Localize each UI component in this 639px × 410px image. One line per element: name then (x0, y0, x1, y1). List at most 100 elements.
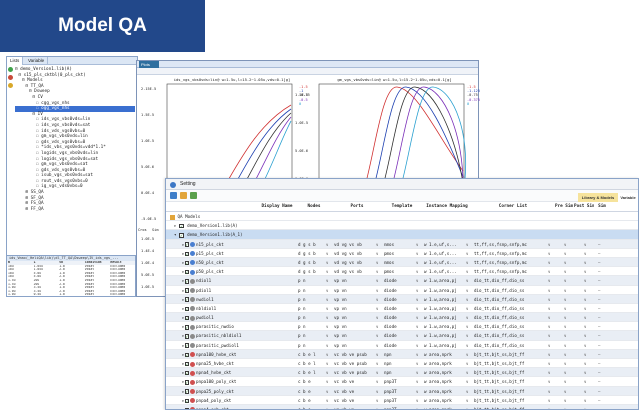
cell-ports[interactable]: vp vn (334, 313, 376, 322)
chevron-down-icon[interactable]: ∨ (466, 332, 468, 339)
chevron-down-icon[interactable]: ∨ (584, 305, 586, 312)
chevron-down-icon[interactable]: ∨ (466, 296, 468, 303)
cell-template[interactable]: diode (384, 313, 416, 322)
cell-corners[interactable]: bjt_tt,bjt_ss,bjt_ff (474, 350, 548, 359)
chevron-down-icon[interactable]: ∨ (548, 277, 550, 284)
cell-ports[interactable]: vd vg vs vb (334, 267, 376, 276)
chevron-down-icon[interactable]: ∨ (466, 277, 468, 284)
chevron-down-icon[interactable]: ∨ (376, 241, 378, 248)
model-row[interactable]: ▸pnpa4_sub_cktc b e∨vc vb ve∨pnp3T∨w are… (166, 404, 638, 409)
cell-inst[interactable]: w 1.w,area,pj (424, 286, 466, 295)
model-row[interactable]: ▸pdiol1p n∨vp vn∨diode∨w 1.w,area,pj∨dio… (166, 286, 638, 295)
chevron-down-icon[interactable]: ∨ (326, 388, 328, 395)
cell-ports[interactable]: vp vn (334, 322, 376, 331)
chevron-down-icon[interactable]: ∨ (584, 378, 586, 385)
model-checkbox[interactable] (184, 352, 190, 359)
chevron-down-icon[interactable]: ∨ (376, 314, 378, 321)
cell-template[interactable]: pmos (384, 267, 416, 276)
cell-ports[interactable]: vd vg vs vb (334, 258, 376, 267)
cell-corners[interactable]: dio_tt,dio_ff,dio_ss (474, 322, 548, 331)
chevron-down-icon[interactable]: ∨ (466, 406, 468, 409)
model-checkbox[interactable] (184, 324, 190, 331)
cell-template[interactable]: diode (384, 322, 416, 331)
col-instance-mapping[interactable]: Instance Mapping (422, 202, 472, 212)
chevron-down-icon[interactable]: ∨ (548, 314, 550, 321)
tab-variable[interactable]: Variable (25, 57, 49, 65)
sim-cell[interactable]: – (598, 397, 600, 404)
col-pre-sim[interactable]: Pre Sim (554, 202, 574, 212)
model-row[interactable]: ▸parasitic_nbldiol1p n∨vp vn∨diode∨w 1.w… (166, 331, 638, 341)
chevron-down-icon[interactable]: ∨ (376, 351, 378, 358)
chevron-down-icon[interactable]: ∨ (584, 342, 586, 349)
chevron-down-icon[interactable]: ∨ (564, 296, 566, 303)
run-icon[interactable] (8, 67, 13, 72)
chevron-down-icon[interactable]: ∨ (326, 351, 328, 358)
chevron-down-icon[interactable]: ∨ (548, 287, 550, 294)
chevron-down-icon[interactable]: ∨ (416, 323, 418, 330)
cell-template[interactable]: diode (384, 276, 416, 285)
sim-cell[interactable]: – (598, 360, 600, 367)
cell-nodes[interactable]: d g s b (298, 267, 326, 276)
cell-ports[interactable]: vd vg vs vb (334, 249, 376, 258)
chevron-down-icon[interactable]: ∨ (466, 351, 468, 358)
chevron-down-icon[interactable]: ∨ (548, 296, 550, 303)
cell-nodes[interactable]: p n (298, 295, 326, 304)
sim-cell[interactable]: – (598, 259, 600, 266)
cell-template[interactable]: diode (384, 341, 416, 350)
cell-corners[interactable]: dio_tt,dio_ff,dio_ss (474, 341, 548, 350)
library-row[interactable]: ▸ demo_Version1.lib(A) (166, 221, 638, 231)
chevron-down-icon[interactable]: ∨ (548, 378, 550, 385)
cell-corners[interactable]: dio_tt,dio_ff,dio_ss (474, 295, 548, 304)
chevron-down-icon[interactable]: ∨ (416, 369, 418, 376)
cell-corners[interactable]: bjt_tt,bjt_ss,bjt_ff (474, 359, 548, 368)
chevron-down-icon[interactable]: ∨ (416, 378, 418, 385)
cell-template[interactable]: diode (384, 295, 416, 304)
chevron-down-icon[interactable]: ∨ (548, 342, 550, 349)
cell-ports[interactable]: vc vb ve (334, 377, 376, 386)
chevron-down-icon[interactable]: ∨ (416, 250, 418, 257)
chevron-down-icon[interactable]: ∨ (466, 259, 468, 266)
model-checkbox[interactable] (184, 297, 190, 304)
chevron-down-icon[interactable]: ∨ (564, 259, 566, 266)
chevron-down-icon[interactable]: ∨ (584, 277, 586, 284)
cell-inst[interactable]: w area,nprk (424, 387, 466, 396)
chevron-down-icon[interactable]: ∨ (584, 323, 586, 330)
chevron-down-icon[interactable]: ∨ (564, 277, 566, 284)
col-template[interactable]: Template (382, 202, 422, 212)
model-checkbox[interactable] (184, 287, 190, 295)
cell-ports[interactable]: vc vb ve psub (334, 359, 376, 368)
sim-cell[interactable]: – (598, 296, 600, 303)
sim-cell[interactable]: – (598, 268, 600, 275)
model-checkbox[interactable] (184, 333, 190, 341)
chevron-down-icon[interactable]: ∨ (584, 406, 586, 409)
cell-corners[interactable]: dio_tt,dio_ff,dio_ss (474, 286, 548, 295)
cell-corners[interactable]: dio_tt,dio_ff,dio_ss (474, 313, 548, 322)
cell-corners[interactable]: dio_tt,dio_ff,dio_ss (474, 304, 548, 313)
model-row[interactable]: ▸n15_pls_cktd g s b∨vd vg vs vb∨nmos∨w 1… (166, 239, 638, 249)
sim-cell[interactable]: – (598, 342, 600, 349)
chevron-down-icon[interactable]: ∨ (376, 369, 378, 376)
chevron-down-icon[interactable]: ∨ (416, 406, 418, 409)
cell-corners[interactable]: tt,ff,ss,fsnp,snfp,mc (474, 249, 548, 258)
chevron-down-icon[interactable]: ∨ (376, 360, 378, 367)
cell-ports[interactable]: vc vb ve (334, 387, 376, 396)
tree-root-row[interactable]: QA Models (166, 212, 638, 222)
chevron-down-icon[interactable]: ∨ (376, 406, 378, 409)
cell-nodes[interactable]: p n (298, 322, 326, 331)
chevron-down-icon[interactable]: ∨ (376, 397, 378, 404)
model-checkbox[interactable] (184, 315, 190, 322)
cell-template[interactable]: pnp3T (384, 396, 416, 405)
model-checkbox[interactable] (184, 269, 190, 276)
chevron-down-icon[interactable]: ∨ (548, 388, 550, 395)
cell-nodes[interactable]: p n (298, 313, 326, 322)
chevron-down-icon[interactable]: ∨ (548, 259, 550, 266)
cell-template[interactable]: pnp3T (384, 387, 416, 396)
model-row[interactable]: ▸parasitic_nwdiop n∨vp vn∨diode∨w 1.w,ar… (166, 322, 638, 332)
cell-inst[interactable]: w 1.e,uf,s... (424, 240, 466, 249)
chevron-down-icon[interactable]: ∨ (416, 360, 418, 367)
col-sim[interactable]: Sim (594, 202, 610, 212)
cell-nodes[interactable]: p n (298, 331, 326, 340)
cell-ports[interactable]: vc vb ve (334, 396, 376, 405)
chevron-down-icon[interactable]: ∨ (416, 388, 418, 395)
chevron-down-icon[interactable]: ∨ (584, 241, 586, 248)
